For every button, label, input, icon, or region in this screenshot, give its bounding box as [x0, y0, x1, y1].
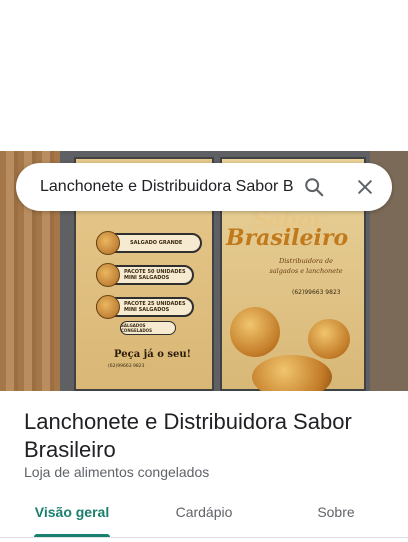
food-image	[308, 319, 350, 359]
place-page: SALGADO GRANDE PACOTE 50 UNIDADES MINI S…	[0, 0, 408, 542]
poster-item: SALGADO GRANDE	[96, 231, 202, 255]
place-title: Lanchonete e Distribuidora Sabor Brasile…	[24, 409, 352, 462]
food-image	[252, 355, 332, 391]
poster-congelados: SALGADOS CONGELADOS	[120, 321, 176, 335]
tabs-divider	[0, 537, 408, 538]
brand-phone: (62)99663 9823	[292, 289, 341, 296]
tab-overview[interactable]: Visão geral	[20, 496, 124, 530]
salgado-image	[96, 231, 120, 255]
poster-phone: (62)99663 9823	[108, 364, 145, 369]
tab-menu[interactable]: Cardápio	[152, 496, 256, 530]
food-image	[230, 307, 280, 357]
tab-about[interactable]: Sobre	[284, 496, 388, 530]
close-icon[interactable]	[353, 175, 377, 199]
poster-item: PACOTE 25 UNIDADES MINI SALGADOS	[96, 295, 194, 319]
place-category[interactable]: Loja de alimentos congelados	[24, 464, 209, 480]
poster-cta: Peça já o seu!	[114, 349, 192, 360]
search-icon[interactable]	[302, 175, 326, 199]
brand-subtitle: Distribuidora de salgados e lanchonete	[269, 257, 343, 275]
salgado-image	[96, 263, 120, 287]
search-input[interactable]: Lanchonete e Distribuidora Sabor B	[40, 163, 302, 211]
search-bar[interactable]: Lanchonete e Distribuidora Sabor B	[16, 163, 392, 211]
brand-word: Brasileiro	[226, 225, 349, 251]
salgado-image	[96, 295, 120, 319]
poster-item: PACOTE 50 UNIDADES MINI SALGADOS	[96, 263, 194, 287]
